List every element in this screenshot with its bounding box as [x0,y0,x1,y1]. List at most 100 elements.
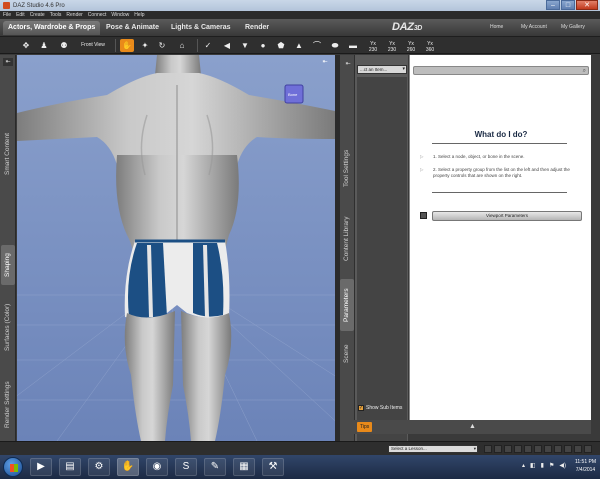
tab-shaping[interactable]: Shaping [1,245,15,285]
property-search-input[interactable]: ⌕ [413,66,589,75]
quick-size-1-button[interactable]: Yx 230 [366,41,380,54]
figure-tool-icon[interactable]: ♟ [38,39,50,52]
check-icon[interactable]: ✓ [203,39,213,52]
lesson-step-button[interactable] [534,445,542,453]
lesson-step-button[interactable] [564,445,572,453]
app-icon[interactable]: ✎ [204,458,226,476]
viewport-pin-icon[interactable]: ⇤ [320,58,330,66]
network-icon[interactable]: ▮ [541,462,544,469]
tab-tool-settings[interactable]: Tool Settings [340,139,354,197]
start-button[interactable] [3,457,23,477]
tray-app-icon[interactable]: ◧ [530,462,536,469]
menu-render[interactable]: Render [66,12,82,18]
tab-smart-content[interactable]: Smart Content [1,123,15,185]
tab-content-library[interactable]: Content Library [340,207,354,271]
tray-arrow-icon[interactable]: ▴ [522,462,525,469]
maximize-button[interactable]: □ [561,0,575,10]
tips-title: What do I do? [474,130,528,139]
lesson-step-button[interactable] [554,445,562,453]
chevron-down-icon: ▾ [402,66,405,72]
file-explorer-icon[interactable]: ▤ [59,458,81,476]
show-sub-items-toggle[interactable]: ✓ Show Sub Items [358,405,402,411]
home-link[interactable]: Home [490,24,503,30]
windows-taskbar: ▶ ▤ ⚙ ✋ ◉ S ✎ ▦ ⚒ ▴ ◧ ▮ ⚑ ◀) 11:51 PM 7/… [0,455,600,479]
media-player-icon[interactable]: ▶ [30,458,52,476]
my-account-link[interactable]: My Account [521,24,547,30]
divider [432,143,567,144]
lesson-step-button[interactable] [584,445,592,453]
checkbox-icon[interactable]: ✓ [358,405,364,411]
select-tool-icon[interactable]: ✥ [20,39,32,52]
ellipse-icon[interactable]: ⬬ [330,39,340,52]
universal-tool-icon[interactable]: ✦ [139,39,151,52]
rotate-tool-icon[interactable]: ↻ [156,39,168,52]
quick-size-2-button[interactable]: Yx 230 [385,41,399,54]
tab-parameters[interactable]: Parameters [340,279,354,331]
tab-pose-animate[interactable]: Pose & Animate [101,21,164,35]
arrow-left-icon[interactable]: ◀ [222,39,232,52]
settings-app-icon[interactable]: ⚙ [88,458,110,476]
tips-button[interactable]: Tips [357,422,373,432]
skype-icon[interactable]: S [175,458,197,476]
lesson-step-button[interactable] [504,445,512,453]
my-gallery-link[interactable]: My Gallery [561,24,585,30]
arrow-down-icon[interactable]: ▼ [240,39,250,52]
tab-lights-cameras[interactable]: Lights & Cameras [166,21,236,35]
menu-file[interactable]: File [3,12,11,18]
pane-pin-icon[interactable]: ⇤ [343,60,353,68]
tab-render[interactable]: Render [240,21,274,35]
menu-bar: File Edit Create Tools Render Connect Wi… [0,11,600,19]
front-view-button[interactable]: Front View [76,42,110,55]
pin-icon[interactable]: ⇤ [3,58,13,66]
curve-icon[interactable]: ⌒ [312,39,322,52]
property-group-list[interactable] [357,77,407,459]
main-toolbar: ✥ ♟ ⚉ Front View ✋ ✦ ↻ ⌂ ✓ ◀ ▼ ● ⬟ ▲ ⌒ ⬬… [0,37,600,54]
dash-icon[interactable]: ▬ [348,39,358,52]
menu-create[interactable]: Create [30,12,45,18]
menu-edit[interactable]: Edit [16,12,25,18]
daz-studio-icon[interactable]: ✋ [117,458,139,476]
menu-connect[interactable]: Connect [88,12,107,18]
camera-tool-icon[interactable]: ⌂ [176,39,188,52]
lesson-step-button[interactable] [524,445,532,453]
viewport-scene [17,55,335,441]
minimize-button[interactable]: – [546,0,560,10]
viewport-parameters-button[interactable]: Viewport Parameters [432,211,582,221]
volume-icon[interactable]: ◀) [559,462,566,469]
menu-tools[interactable]: Tools [50,12,62,18]
lesson-dropdown[interactable]: Select a Lesson... ▾ [388,445,478,453]
document-app-icon[interactable]: ▦ [233,458,255,476]
lesson-step-button[interactable] [514,445,522,453]
search-icon[interactable]: ⌕ [583,67,586,75]
tab-render-settings[interactable]: Render Settings [1,373,15,437]
quick-size-4-button[interactable]: Yx 360 [423,41,437,54]
item-selector-dropdown[interactable]: ...ct an Item... ▾ [357,65,407,74]
right-edge-strip [591,55,600,441]
lesson-step-button[interactable] [544,445,552,453]
firefox-icon[interactable]: ◉ [146,458,168,476]
toolbar-separator [197,39,198,52]
arrow-up-icon[interactable]: ▲ [294,39,304,52]
quick-size-3-button[interactable]: Yx 260 [404,41,418,54]
close-button[interactable]: ✕ [576,0,598,10]
viewport-parameters-row: Viewport Parameters [418,211,593,221]
flag-icon[interactable]: ⚑ [549,462,554,469]
lesson-step-button[interactable] [484,445,492,453]
lesson-step-button[interactable] [574,445,582,453]
node-selection-tool-icon[interactable]: ✋ [120,39,134,52]
pose-tool-icon[interactable]: ⚉ [58,39,70,52]
menu-window[interactable]: Window [111,12,129,18]
window-controls: – □ ✕ [546,0,598,10]
tool-app-icon[interactable]: ⚒ [262,458,284,476]
tab-scene[interactable]: Scene [340,339,354,369]
tab-actors-wardrobe-props[interactable]: Actors, Wardrobe & Props [3,21,101,35]
show-sub-items-label: Show Sub Items [366,405,403,411]
taskbar-clock[interactable]: 11:51 PM 7/4/2014 [575,458,596,474]
3d-viewport[interactable]: Bone [17,55,335,441]
house-shape-icon[interactable]: ⬟ [276,39,286,52]
lesson-step-button[interactable] [494,445,502,453]
menu-help[interactable]: Help [134,12,144,18]
circle-shape-icon[interactable]: ● [258,39,268,52]
title-bar: DAZ Studio 4.6 Pro – □ ✕ [0,0,600,11]
tab-surfaces-color[interactable]: Surfaces (Color) [1,292,15,362]
